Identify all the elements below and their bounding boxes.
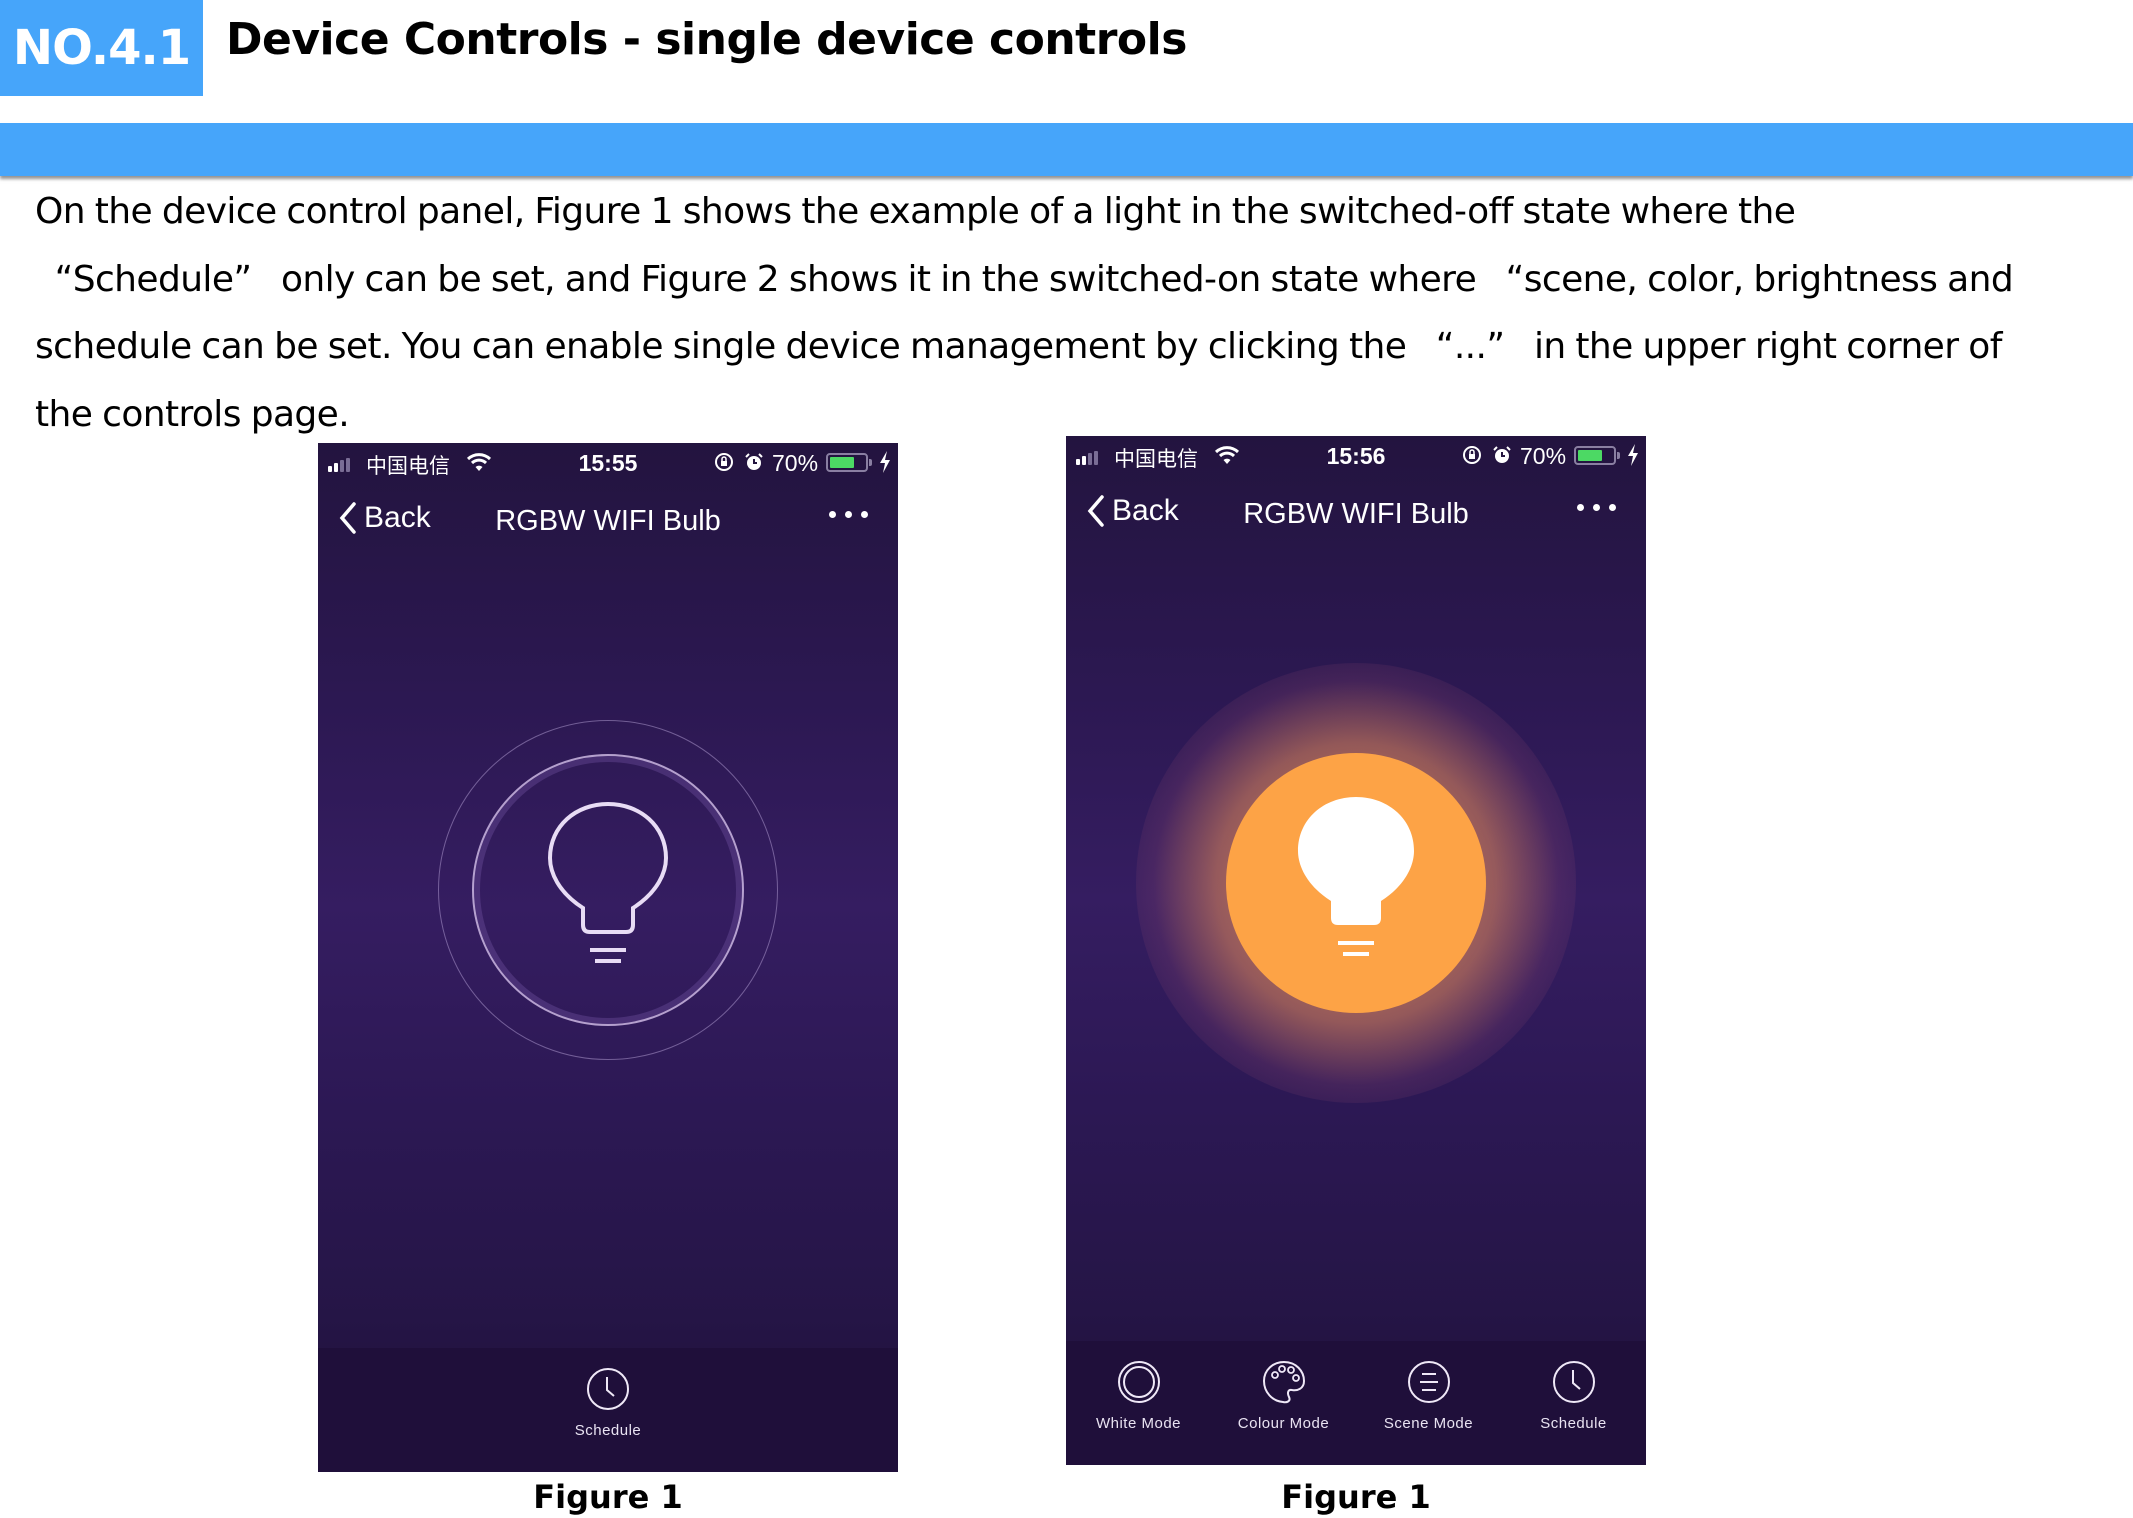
body-line: “Schedule” only can be set, and Figure 2…	[35, 258, 2014, 300]
tab-label: White Mode	[1095, 1415, 1182, 1432]
control-tab-bar: White Mode Colour Mode Scene Mode Schedu…	[1066, 1341, 1646, 1465]
nav-bar: Back RGBW WIFI Bulb	[318, 495, 898, 555]
ring-icon	[1117, 1361, 1160, 1403]
tab-schedule[interactable]: Schedule	[1504, 1359, 1644, 1432]
phone-screenshot-on: 中国电信 15:56 70% Back RGBW WIFI Bulb White…	[1066, 436, 1646, 1465]
battery-percent: 70%	[1520, 443, 1567, 469]
battery-icon	[826, 453, 868, 472]
body-line: On the device control panel, Figure 1 sh…	[35, 191, 1796, 232]
device-title: RGBW WIFI Bulb	[495, 505, 721, 537]
clock-icon	[1552, 1361, 1595, 1403]
tab-label: Colour Mode	[1237, 1415, 1330, 1432]
tab-label: Schedule	[574, 1422, 642, 1439]
alarm-icon	[1493, 446, 1511, 463]
battery-tip	[869, 459, 872, 466]
rotation-lock-icon	[1463, 446, 1481, 464]
clock-icon	[587, 1368, 629, 1410]
alarm-icon	[745, 453, 763, 470]
tab-label: Schedule	[1540, 1415, 1607, 1432]
device-title: RGBW WIFI Bulb	[1243, 498, 1469, 530]
lightbulb-outline-icon	[547, 801, 669, 963]
phone-screenshot-off: 中国电信 15:55 70% Back RGBW WIFI Bulb Sched…	[318, 443, 898, 1472]
battery-icon	[1574, 446, 1616, 465]
control-tab-bar: Schedule	[318, 1348, 898, 1472]
ellipsis-icon	[829, 511, 836, 518]
body-line: schedule can be set. You can enable sing…	[35, 326, 2002, 367]
tab-white-mode[interactable]: White Mode	[1069, 1359, 1209, 1432]
body-paragraph: On the device control panel, Figure 1 sh…	[35, 178, 2125, 448]
battery-percent: 70%	[772, 450, 819, 476]
figure-caption: Figure 1	[1281, 1478, 1431, 1516]
nav-bar: Back RGBW WIFI Bulb	[1066, 488, 1646, 548]
ellipsis-icon	[1577, 504, 1584, 511]
more-button[interactable]	[829, 511, 868, 518]
palette-icon	[1262, 1360, 1305, 1404]
more-button[interactable]	[1577, 504, 1616, 511]
header-band	[0, 123, 2133, 176]
tab-schedule[interactable]: Schedule	[538, 1366, 678, 1439]
list-icon	[1407, 1361, 1450, 1403]
section-title: Device Controls - single device controls	[226, 14, 1187, 65]
figure-caption: Figure 1	[533, 1478, 683, 1516]
lightbulb-filled-icon	[1298, 797, 1414, 956]
tab-label: Scene Mode	[1383, 1415, 1474, 1432]
status-bar: 中国电信 15:56 70%	[1066, 436, 1646, 476]
tab-colour-mode[interactable]: Colour Mode	[1214, 1359, 1354, 1432]
status-bar: 中国电信 15:55 70%	[318, 443, 898, 483]
section-number-badge: NO.4.1	[0, 0, 203, 96]
tab-scene-mode[interactable]: Scene Mode	[1359, 1359, 1499, 1432]
charging-icon	[880, 451, 890, 473]
rotation-lock-icon	[715, 453, 733, 471]
charging-icon	[1628, 444, 1638, 466]
battery-tip	[1617, 452, 1620, 459]
